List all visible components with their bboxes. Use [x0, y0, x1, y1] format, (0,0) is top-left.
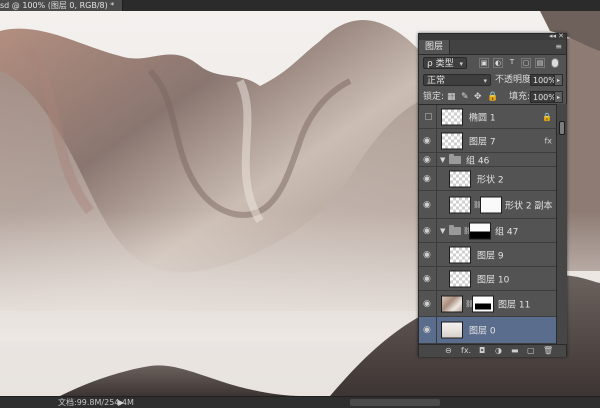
lock-all-icon[interactable]: 🔒: [487, 92, 498, 102]
layer-thumbnail: [449, 246, 471, 263]
layer-name: 形状 2 副本: [505, 201, 553, 211]
filter-adjustment-icon[interactable]: ◐: [493, 58, 503, 68]
eye-icon[interactable]: ◉: [423, 226, 431, 236]
folder-icon[interactable]: ▬: [511, 346, 519, 356]
filter-kind-label: ρ 类型: [427, 59, 454, 69]
blend-mode-select[interactable]: 正常 ▾: [423, 74, 491, 86]
layer-row[interactable]: ◉ ⛓ 图层 11: [419, 291, 556, 317]
layer-row[interactable]: ◉ 图层 9: [419, 243, 556, 267]
filter-smart-object-icon[interactable]: ▤: [535, 58, 545, 68]
filter-row: ρ 类型 ▾ ▣ ◐ T ▢ ▤: [419, 55, 566, 72]
group-row[interactable]: ◉ ▼ 组 46: [419, 153, 556, 167]
layer-row[interactable]: ◉ 图层 10: [419, 267, 556, 291]
layer-thumbnail: [441, 321, 463, 339]
opacity-label: 不透明度:: [495, 75, 535, 85]
layer-thumbnail: [441, 108, 463, 125]
mask-icon[interactable]: ◘: [479, 346, 485, 356]
filter-shape-icon[interactable]: ▢: [521, 58, 531, 68]
panel-menu-icon[interactable]: ≡: [555, 42, 562, 51]
layer-thumbnail: [441, 132, 463, 149]
filter-pixel-icon[interactable]: ▣: [479, 58, 489, 68]
lock-paint-icon[interactable]: ✎: [461, 92, 469, 102]
layer-thumbnail: [449, 270, 471, 287]
layer-row[interactable]: ◉ 形状 2: [419, 167, 556, 191]
folder-icon: [449, 153, 461, 164]
layers-list: 椭圆 1 🔒 ◉ 图层 7 fx ◉ ▼ 组 46 ◉ 形状 2 ◉ ⛓ 形状 …: [419, 104, 556, 345]
adjustment-icon[interactable]: ◑: [495, 346, 502, 356]
status-bar: 文档:99.8M/254.4M ▶: [0, 396, 600, 408]
eye-icon[interactable]: ◉: [423, 136, 431, 146]
filter-type-icon[interactable]: T: [507, 58, 517, 68]
layer-name: 图层 9: [477, 251, 504, 261]
eye-icon[interactable]: ◉: [423, 325, 431, 335]
layer-name: 椭圆 1: [469, 113, 496, 123]
close-icon[interactable]: ✕: [558, 32, 564, 40]
opacity-dropdown-icon[interactable]: ▸: [554, 74, 563, 86]
group-name: 组 47: [495, 227, 519, 237]
blend-row: 正常 ▾ 不透明度: 100% ▸: [419, 72, 566, 89]
layer-name: 图层 10: [477, 275, 510, 285]
blend-mode-label: 正常: [427, 76, 446, 86]
mask-thumbnail[interactable]: [480, 196, 502, 213]
lock-transparency-icon[interactable]: ▦: [447, 92, 456, 102]
collapse-icon[interactable]: ◂◂: [549, 32, 556, 40]
eye-icon[interactable]: ◉: [423, 200, 431, 210]
scrollbar-thumb[interactable]: [559, 121, 565, 135]
layer-name: 形状 2: [477, 175, 504, 185]
fill-input[interactable]: 100%: [530, 91, 556, 103]
visibility-toggle[interactable]: [425, 112, 432, 120]
folder-icon: [449, 224, 461, 235]
layer-row[interactable]: ◉ ⛓ 形状 2 副本: [419, 191, 556, 219]
layer-name: 图层 11: [498, 300, 531, 310]
link-icon[interactable]: ⊖: [445, 346, 452, 356]
new-layer-icon[interactable]: ▢: [527, 346, 535, 356]
opacity-input[interactable]: 100%: [530, 74, 556, 86]
mask-thumbnail[interactable]: [472, 295, 494, 312]
layer-row[interactable]: ◉ 图层 7 fx: [419, 129, 556, 153]
layers-panel: ◂◂ ✕ 图层 ≡ ρ 类型 ▾ ▣ ◐ T ▢ ▤ 正常 ▾ 不透明度: 100%…: [418, 32, 567, 357]
expand-icon[interactable]: ▼: [440, 227, 445, 235]
lock-position-icon[interactable]: ✥: [474, 92, 482, 102]
chevron-down-icon: ▾: [483, 77, 487, 85]
fill-dropdown-icon[interactable]: ▸: [554, 91, 563, 103]
layer-thumbnail: [449, 170, 471, 187]
layer-thumbnail: [449, 196, 471, 213]
mask-thumbnail[interactable]: [469, 222, 491, 239]
eye-icon[interactable]: ◉: [423, 250, 431, 260]
eye-icon[interactable]: ◉: [423, 299, 431, 309]
layer-row[interactable]: 椭圆 1 🔒: [419, 105, 556, 129]
eye-icon[interactable]: ◉: [423, 274, 431, 284]
expand-icon[interactable]: ▼: [440, 156, 445, 164]
eye-icon[interactable]: ◉: [423, 174, 431, 184]
layer-name: 图层 0: [469, 326, 496, 337]
tab-layers[interactable]: 图层: [419, 40, 451, 54]
trash-icon[interactable]: 🗑: [543, 346, 553, 356]
layer-row-selected[interactable]: ◉ 图层 0: [419, 317, 556, 344]
group-row[interactable]: ◉ ▼ ⛓ 组 47: [419, 219, 556, 243]
status-menu-arrow[interactable]: ▶: [118, 397, 124, 408]
fx-icon[interactable]: fx.: [461, 346, 471, 356]
horizontal-scrollbar[interactable]: [350, 399, 440, 406]
layers-scrollbar[interactable]: [556, 104, 567, 344]
filter-toggle[interactable]: [551, 58, 559, 68]
chevron-down-icon: ▾: [459, 60, 463, 68]
layer-thumbnail: [441, 295, 463, 312]
panel-bottom-bar: ⊖ fx. ◘ ◑ ▬ ▢ 🗑: [419, 344, 566, 357]
document-tab[interactable]: sd @ 100% (图层 0, RGB/8) *: [0, 0, 124, 11]
lock-icon: 🔒: [542, 112, 552, 121]
panel-tabs: 图层 ≡: [419, 40, 566, 55]
group-name: 组 46: [466, 156, 490, 166]
fx-icon[interactable]: fx: [544, 136, 552, 145]
filter-kind-select[interactable]: ρ 类型 ▾: [423, 57, 467, 69]
eye-icon[interactable]: ◉: [423, 155, 431, 165]
layer-name: 图层 7: [469, 137, 496, 147]
